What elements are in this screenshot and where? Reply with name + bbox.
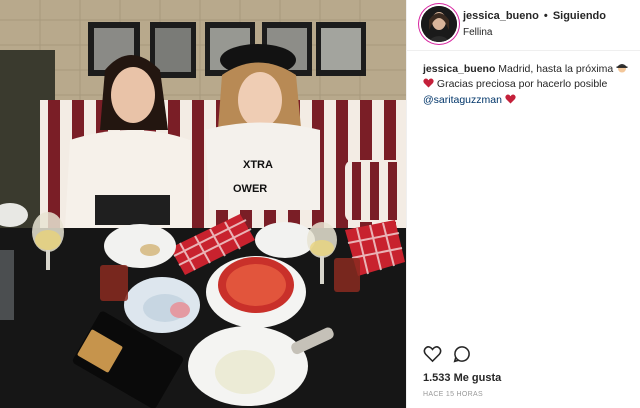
post-actions: [423, 345, 633, 365]
shirt-text-1: XTRA: [243, 159, 273, 171]
post-sidebar: jessica_bueno • Siguiendo Fellina jessic…: [406, 0, 640, 408]
comment-button[interactable]: [453, 345, 471, 368]
location-link[interactable]: Fellina: [463, 27, 492, 38]
following-button[interactable]: Siguiendo: [553, 10, 606, 22]
avatar[interactable]: [421, 6, 457, 42]
likes-count[interactable]: 1.533 Me gusta: [423, 372, 501, 384]
caption-text-2: Gracias preciosa por hacerlo posible: [436, 78, 608, 90]
caption-username[interactable]: jessica_bueno: [423, 63, 495, 75]
caption: jessica_bueno Madrid, hasta la próxima G…: [423, 62, 633, 109]
heart-outline-icon: [423, 346, 442, 363]
header-username[interactable]: jessica_bueno: [463, 10, 539, 22]
post-header: jessica_bueno • Siguiendo Fellina: [407, 0, 640, 51]
heart-emoji-icon: [423, 78, 434, 93]
mention-link[interactable]: @saritaguzzman: [423, 94, 502, 106]
header-separator: •: [543, 10, 548, 22]
hat-emoji-icon: [616, 63, 628, 75]
shirt-text-2: OWER: [233, 183, 267, 195]
like-button[interactable]: [423, 345, 442, 368]
caption-text-1: Madrid, hasta la próxima: [498, 63, 614, 75]
heart-emoji-icon: [505, 94, 516, 109]
post-photo[interactable]: XTRA OWER: [0, 0, 406, 408]
comment-bubble-icon: [453, 346, 470, 363]
post-timestamp[interactable]: HACE 15 HORAS: [423, 391, 483, 398]
